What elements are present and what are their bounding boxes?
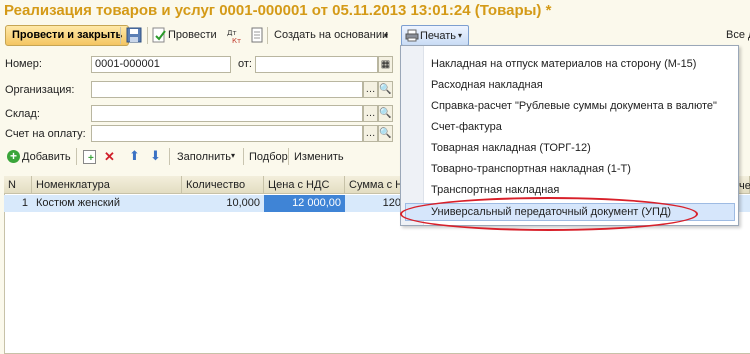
document-icon[interactable]: [249, 27, 266, 44]
number-field[interactable]: 0001-000001: [91, 56, 231, 73]
toolbar-separator: [120, 27, 121, 44]
toolbar-separator: [288, 148, 289, 165]
cell-quantity: 10,000: [182, 195, 264, 212]
print-button[interactable]: Печать ▾: [401, 25, 469, 46]
menu-item-torg12[interactable]: Товарная накладная (ТОРГ-12): [431, 142, 591, 154]
date-field[interactable]: [255, 56, 378, 73]
post-button[interactable]: Провести: [168, 29, 217, 41]
menu-item-expense-invoice[interactable]: Расходная накладная: [431, 79, 543, 91]
select-items-button[interactable]: Подбор: [249, 151, 288, 163]
number-label: Номер:: [5, 58, 42, 70]
column-header-item[interactable]: Номенклатура: [32, 176, 182, 194]
column-header-price[interactable]: Цена с НДС: [264, 176, 345, 194]
invoice-label: Счет на оплату:: [5, 128, 86, 140]
open-icon[interactable]: 🔍: [378, 105, 393, 122]
date-label: от:: [238, 58, 252, 70]
fill-button[interactable]: Заполнить: [177, 151, 231, 163]
select-button[interactable]: …: [363, 125, 378, 142]
move-down-icon[interactable]: ⬇: [150, 148, 161, 164]
add-button[interactable]: Добавить: [22, 151, 71, 163]
add-icon: +: [7, 150, 20, 163]
column-header-sum[interactable]: Сумма с Н: [345, 176, 405, 194]
toolbar-separator: [147, 27, 148, 44]
menu-item-1t[interactable]: Товарно-транспортная накладная (1-Т): [431, 163, 631, 175]
column-header-cut: чет: [739, 180, 750, 192]
warehouse-label: Склад:: [5, 108, 40, 120]
window-title: Реализация товаров и услуг 0001-000001 о…: [4, 2, 551, 19]
cell-n: 1: [4, 195, 32, 212]
warehouse-field[interactable]: [91, 105, 363, 122]
open-icon[interactable]: 🔍: [378, 81, 393, 98]
cell-price[interactable]: 12 000,00: [264, 195, 345, 212]
cell-item: Костюм женский: [32, 195, 182, 212]
toolbar-separator: [243, 148, 244, 165]
highlight-annotation: [400, 197, 698, 231]
organization-label: Организация:: [5, 84, 75, 96]
toolbar-separator: [267, 27, 268, 44]
chevron-down-icon: ▾: [458, 31, 463, 40]
change-button[interactable]: Изменить: [294, 151, 344, 163]
chevron-down-icon: ▾: [231, 151, 236, 160]
move-up-icon[interactable]: ⬆: [129, 148, 140, 164]
chevron-down-icon: ▾: [384, 31, 389, 40]
dt-kt-icon[interactable]: Дт Кт: [226, 27, 243, 45]
open-icon[interactable]: 🔍: [378, 125, 393, 142]
organization-field[interactable]: [91, 81, 363, 98]
printer-icon: [405, 29, 419, 42]
select-button[interactable]: …: [363, 81, 378, 98]
copy-icon[interactable]: +: [83, 150, 96, 164]
modified-mark: *: [545, 2, 552, 19]
delete-icon[interactable]: ✕: [104, 149, 115, 165]
select-button[interactable]: …: [363, 105, 378, 122]
svg-text:Кт: Кт: [232, 37, 241, 44]
post-and-close-button[interactable]: Провести и закрыть: [5, 25, 130, 46]
post-icon: [151, 27, 168, 44]
toolbar-separator: [76, 148, 77, 165]
cell-sum: 120: [345, 195, 405, 212]
svg-text:Дт: Дт: [227, 29, 237, 37]
title-text: Реализация товаров и услуг 0001-000001 о…: [4, 2, 542, 19]
column-header-n[interactable]: N: [4, 176, 32, 194]
create-based-on-button[interactable]: Создать на основании: [274, 29, 388, 41]
menu-item-transport[interactable]: Транспортная накладная: [431, 184, 559, 196]
invoice-field[interactable]: [91, 125, 363, 142]
menu-item-m15[interactable]: Накладная на отпуск материалов на сторон…: [431, 58, 696, 70]
calendar-icon[interactable]: ▦: [378, 56, 393, 73]
column-header-quantity[interactable]: Количество: [182, 176, 264, 194]
all-actions-button[interactable]: Все д: [726, 29, 750, 41]
save-icon[interactable]: [126, 27, 143, 44]
menu-item-invoice[interactable]: Счет-фактура: [431, 121, 502, 133]
menu-item-ruble-statement[interactable]: Справка-расчет "Рублевые суммы документа…: [431, 100, 717, 112]
toolbar-separator: [169, 148, 170, 165]
print-label: Печать: [420, 30, 457, 42]
menu-icon-strip: [401, 46, 424, 225]
